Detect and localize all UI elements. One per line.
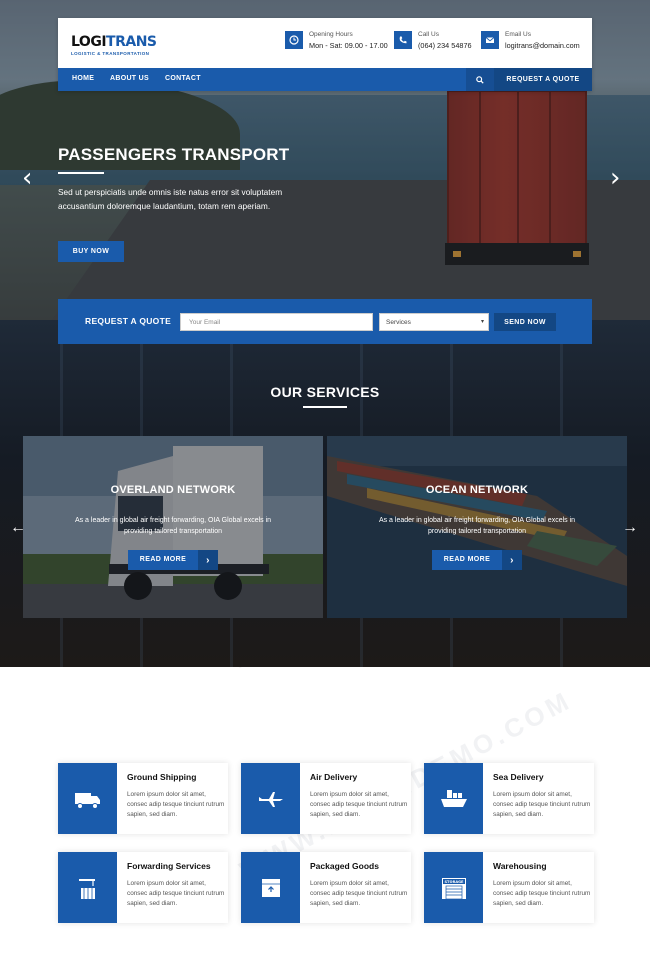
chevron-right-icon[interactable]: ›: [610, 165, 620, 191]
crane-icon: [58, 852, 117, 923]
chevron-left-icon[interactable]: ‹: [22, 165, 32, 191]
buy-now-button[interactable]: BUY NOW: [58, 241, 124, 262]
clock-icon: [285, 31, 303, 49]
service-card-desc: As a leader in global air freight forwar…: [378, 517, 576, 535]
hero-divider: [58, 172, 104, 174]
service-card-desc: As a leader in global air freight forwar…: [74, 517, 272, 535]
read-more-button[interactable]: READ MORE ›: [432, 550, 522, 570]
quote-form-label: REQUEST A QUOTE: [85, 316, 172, 326]
service-card-title: OVERLAND NETWORK: [110, 484, 236, 496]
email-input[interactable]: Your Email: [180, 313, 373, 331]
opening-hours: Opening Hours Mon - Sat: 09.00 - 17.00: [285, 31, 388, 50]
envelope-icon: [481, 31, 499, 49]
feature-warehousing[interactable]: STORAGE Warehousing Lorem ipsum dolor si…: [424, 852, 594, 923]
service-card-ocean: OCEAN NETWORK As a leader in global air …: [327, 436, 627, 618]
hero-title: PASSENGERS TRANSPORT: [58, 145, 290, 164]
ship-icon: [424, 763, 483, 834]
search-icon: [476, 75, 484, 84]
feature-air-delivery[interactable]: Air Delivery Lorem ipsum dolor sit amet,…: [241, 763, 411, 834]
search-button[interactable]: [466, 68, 494, 91]
nav-about-us[interactable]: ABOUT US: [110, 75, 149, 82]
chevron-right-icon: ›: [502, 550, 522, 570]
nav-contact[interactable]: CONTACT: [165, 75, 201, 82]
services-select[interactable]: Services ▾: [379, 313, 489, 331]
hero-text: Sed ut perspiciatis unde omnis iste natu…: [58, 187, 283, 211]
service-card-overland: OVERLAND NETWORK As a leader in global a…: [23, 436, 323, 618]
logo[interactable]: LOGITRANS LOGISTIC & TRANSPORTATION: [71, 34, 157, 56]
read-more-button[interactable]: READ MORE ›: [128, 550, 218, 570]
svg-text:STORAGE: STORAGE: [444, 880, 464, 884]
airplane-icon: [241, 763, 300, 834]
site-header: LOGITRANS LOGISTIC & TRANSPORTATION Open…: [58, 18, 592, 91]
services-title: OUR SERVICES: [270, 384, 380, 400]
feature-forwarding-services[interactable]: Forwarding Services Lorem ipsum dolor si…: [58, 852, 228, 923]
arrow-right-icon[interactable]: →: [622, 519, 638, 537]
call-us: Call Us (064) 234 54876: [394, 31, 472, 50]
quote-form: REQUEST A QUOTE Your Email Services ▾ SEN…: [58, 299, 592, 344]
request-quote-button[interactable]: REQUEST A QUOTE: [494, 68, 592, 91]
chevron-right-icon: ›: [198, 550, 218, 570]
caret-down-icon: ▾: [480, 319, 484, 325]
email-us: Email Us logitrans@domain.com: [481, 31, 580, 50]
warehouse-icon: STORAGE: [424, 852, 483, 923]
service-card-title: OCEAN NETWORK: [425, 484, 529, 496]
main-nav: HOME ABOUT US CONTACT REQUEST A QUOTE: [58, 68, 592, 91]
feature-ground-shipping[interactable]: Ground Shipping Lorem ipsum dolor sit am…: [58, 763, 228, 834]
truck-icon: [58, 763, 117, 834]
phone-icon: [394, 31, 412, 49]
feature-sea-delivery[interactable]: Sea Delivery Lorem ipsum dolor sit amet,…: [424, 763, 594, 834]
arrow-left-icon[interactable]: ←: [10, 519, 26, 537]
feature-packaged-goods[interactable]: Packaged Goods Lorem ipsum dolor sit ame…: [241, 852, 411, 923]
nav-home[interactable]: HOME: [72, 75, 94, 82]
package-icon: [241, 852, 300, 923]
send-now-button[interactable]: SEND NOW: [494, 313, 556, 331]
services-divider: [303, 406, 347, 408]
